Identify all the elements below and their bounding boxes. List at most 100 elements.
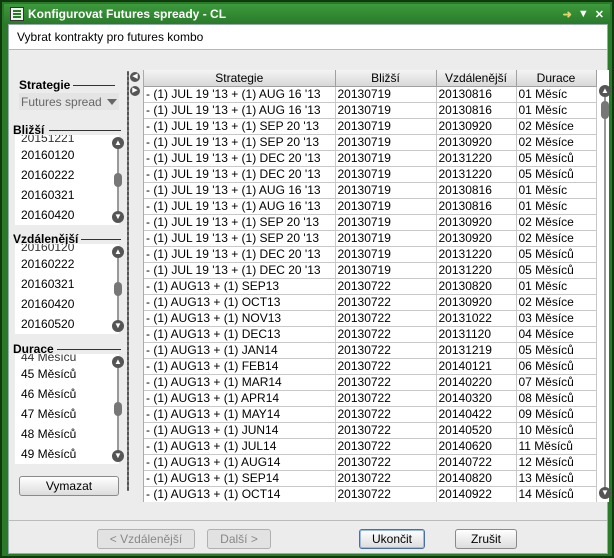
table-cell: - (1) JUL 19 '13 + (1) AUG 16 '13 xyxy=(144,86,336,103)
list-item[interactable]: 44 Měsíců xyxy=(15,354,119,364)
table-row[interactable]: - (1) AUG13 + (1) JUN14 20130722 20140520 1… xyxy=(144,422,597,439)
column-header[interactable]: Strategie xyxy=(144,70,336,87)
list-item[interactable]: 20160420 xyxy=(15,205,119,225)
close-icon[interactable]: ✕ xyxy=(595,8,604,21)
scroll-up-icon[interactable]: ▲ xyxy=(112,246,124,258)
table-row[interactable]: - (1) AUG13 + (1) MAR14 20130722 20140220 0… xyxy=(144,374,597,391)
table-row[interactable]: - (1) AUG13 + (1) NOV13 20130722 20131022 0… xyxy=(144,310,597,327)
near-list[interactable]: 20151221 20160120 20160222 20160321 2016042… xyxy=(15,135,119,225)
cancel-button[interactable]: Zrušit xyxy=(455,529,517,549)
scroll-down-icon[interactable]: ▼ xyxy=(112,211,124,223)
table-cell: 20140922 xyxy=(436,486,517,502)
scroll-down-icon[interactable]: ▼ xyxy=(112,450,124,462)
table-row[interactable]: - (1) AUG13 + (1) SEP14 20130722 20140820 1… xyxy=(144,470,597,487)
table-cell: 20130722 xyxy=(335,326,437,343)
duration-scrollbar[interactable]: ▲ ▼ xyxy=(112,356,124,462)
table-row[interactable]: - (1) AUG13 + (1) OCT14 20130722 20140922 1… xyxy=(144,486,597,502)
table-scrollbar[interactable]: ▲ ▼ xyxy=(599,85,613,505)
list-item[interactable]: 47 Měsíců xyxy=(15,404,119,424)
table-row[interactable]: - (1) AUG13 + (1) AUG14 20130722 20140722 1… xyxy=(144,454,597,471)
list-item[interactable]: 20151221 xyxy=(15,135,119,145)
table-row[interactable]: - (1) AUG13 + (1) APR14 20130722 20140320 0… xyxy=(144,390,597,407)
finish-button[interactable]: Ukončit xyxy=(359,529,425,549)
next-button[interactable]: Další > xyxy=(207,529,271,549)
table-row[interactable]: - (1) JUL 19 '13 + (1) DEC 20 '13 2013071… xyxy=(144,246,597,263)
list-item[interactable]: 20160420 xyxy=(15,294,119,314)
table-cell: - (1) JUL 19 '13 + (1) SEP 20 '13 xyxy=(144,134,336,151)
table-row[interactable]: - (1) AUG13 + (1) JUL14 20130722 20140620 1… xyxy=(144,438,597,455)
table-row[interactable]: - (1) JUL 19 '13 + (1) DEC 20 '13 2013071… xyxy=(144,262,597,279)
table-row[interactable]: - (1) JUL 19 '13 + (1) AUG 16 '13 2013071… xyxy=(144,86,597,103)
table-row[interactable]: - (1) JUL 19 '13 + (1) AUG 16 '13 2013071… xyxy=(144,102,597,119)
title-bar[interactable]: Konfigurovat Futures spready - CL ➜ ▼ ✕ xyxy=(4,4,610,24)
list-item[interactable]: 45 Měsíců xyxy=(15,364,119,384)
table-row[interactable]: - (1) AUG13 + (1) OCT13 20130722 20130920 0… xyxy=(144,294,597,311)
scroll-thumb[interactable] xyxy=(601,101,609,119)
table-row[interactable]: - (1) AUG13 + (1) SEP13 20130722 20130820 0… xyxy=(144,278,597,295)
table-row[interactable]: - (1) AUG13 + (1) DEC13 20130722 20131120 0… xyxy=(144,326,597,343)
table-cell: 20140422 xyxy=(436,406,517,423)
table-row[interactable]: - (1) JUL 19 '13 + (1) DEC 20 '13 2013071… xyxy=(144,150,597,167)
scroll-up-icon[interactable]: ▲ xyxy=(112,137,124,149)
scroll-thumb[interactable] xyxy=(114,173,122,187)
scroll-thumb[interactable] xyxy=(114,402,122,416)
table-row[interactable]: - (1) JUL 19 '13 + (1) SEP 20 '13 2013071… xyxy=(144,230,597,247)
table-row[interactable]: - (1) AUG13 + (1) FEB14 20130722 20140121 0… xyxy=(144,358,597,375)
table-cell: 20130719 xyxy=(335,214,437,231)
table-cell: 20130722 xyxy=(335,310,437,327)
near-scrollbar[interactable]: ▲ ▼ xyxy=(112,137,124,223)
scroll-down-icon[interactable]: ▼ xyxy=(599,487,611,499)
duration-list[interactable]: 44 Měsíců 45 Měsíců 46 Měsíců 47 Měsíců 48 … xyxy=(15,354,119,464)
table-cell: 20130820 xyxy=(436,278,517,295)
table-row[interactable]: - (1) JUL 19 '13 + (1) SEP 20 '13 2013071… xyxy=(144,214,597,231)
list-item[interactable]: 20160520 xyxy=(15,314,119,334)
scroll-up-icon[interactable]: ▲ xyxy=(112,356,124,368)
table-cell: 02 Měsíce xyxy=(516,134,597,151)
table-cell: 20130722 xyxy=(335,406,437,423)
scroll-thumb[interactable] xyxy=(114,282,122,296)
table-cell: 20131022 xyxy=(436,310,517,327)
list-item[interactable]: 20160120 xyxy=(15,145,119,165)
list-item[interactable]: 20160321 xyxy=(15,274,119,294)
list-item[interactable]: 20160321 xyxy=(15,185,119,205)
table-row[interactable]: - (1) JUL 19 '13 + (1) DEC 20 '13 2013071… xyxy=(144,166,597,183)
table-cell: 20130816 xyxy=(436,198,517,215)
table-row[interactable]: - (1) JUL 19 '13 + (1) SEP 20 '13 2013071… xyxy=(144,118,597,135)
divider xyxy=(55,349,121,350)
expand-right-icon[interactable]: ▶ xyxy=(130,86,140,96)
spread-table: Strategie Bližší Vzdálenější Durace - (1) J… xyxy=(143,70,609,502)
list-item[interactable]: 48 Měsíců xyxy=(15,424,119,444)
table-cell: 20130719 xyxy=(335,86,437,103)
table-cell: 20130719 xyxy=(335,150,437,167)
table-row[interactable]: - (1) AUG13 + (1) JAN14 20130722 20131219 0… xyxy=(144,342,597,359)
table-row[interactable]: - (1) JUL 19 '13 + (1) AUG 16 '13 2013071… xyxy=(144,198,597,215)
list-item[interactable]: 20160222 xyxy=(15,165,119,185)
list-item[interactable]: 20160222 xyxy=(15,254,119,274)
splitter-handle[interactable] xyxy=(127,71,129,491)
menu-chevron-icon[interactable]: ▼ xyxy=(578,8,589,20)
strategy-dropdown[interactable]: Futures spread xyxy=(19,93,119,110)
table-cell: 20130722 xyxy=(335,278,437,295)
table-row[interactable]: - (1) AUG13 + (1) MAY14 20130722 20140422 0… xyxy=(144,406,597,423)
far-list[interactable]: 20160120 20160222 20160321 20160420 2016052… xyxy=(15,244,119,334)
list-item[interactable]: 20160120 xyxy=(15,244,119,254)
clear-button[interactable]: Vymazat xyxy=(19,476,119,496)
column-header[interactable]: Vzdálenější xyxy=(436,70,517,87)
table-row[interactable]: - (1) JUL 19 '13 + (1) SEP 20 '13 2013071… xyxy=(144,134,597,151)
back-button[interactable]: < Vzdálenější xyxy=(97,529,195,549)
table-cell: - (1) AUG13 + (1) SEP13 xyxy=(144,278,336,295)
subtitle: Vybrat kontrakty pro futures kombo xyxy=(9,25,607,50)
column-header[interactable]: Bližší xyxy=(335,70,437,87)
table-cell: 05 Měsíců xyxy=(516,150,597,167)
pin-icon[interactable]: ➜ xyxy=(563,8,572,21)
list-item[interactable]: 49 Měsíců xyxy=(15,444,119,464)
list-item[interactable]: 46 Měsíců xyxy=(15,384,119,404)
table-row[interactable]: - (1) JUL 19 '13 + (1) AUG 16 '13 2013071… xyxy=(144,182,597,199)
scroll-up-icon[interactable]: ▲ xyxy=(599,85,611,97)
column-header[interactable]: Durace xyxy=(516,70,597,87)
table-cell: 20131219 xyxy=(436,342,517,359)
scroll-down-icon[interactable]: ▼ xyxy=(112,320,124,332)
collapse-left-icon[interactable]: ◀ xyxy=(130,72,140,82)
far-scrollbar[interactable]: ▲ ▼ xyxy=(112,246,124,332)
table-cell: 20140320 xyxy=(436,390,517,407)
